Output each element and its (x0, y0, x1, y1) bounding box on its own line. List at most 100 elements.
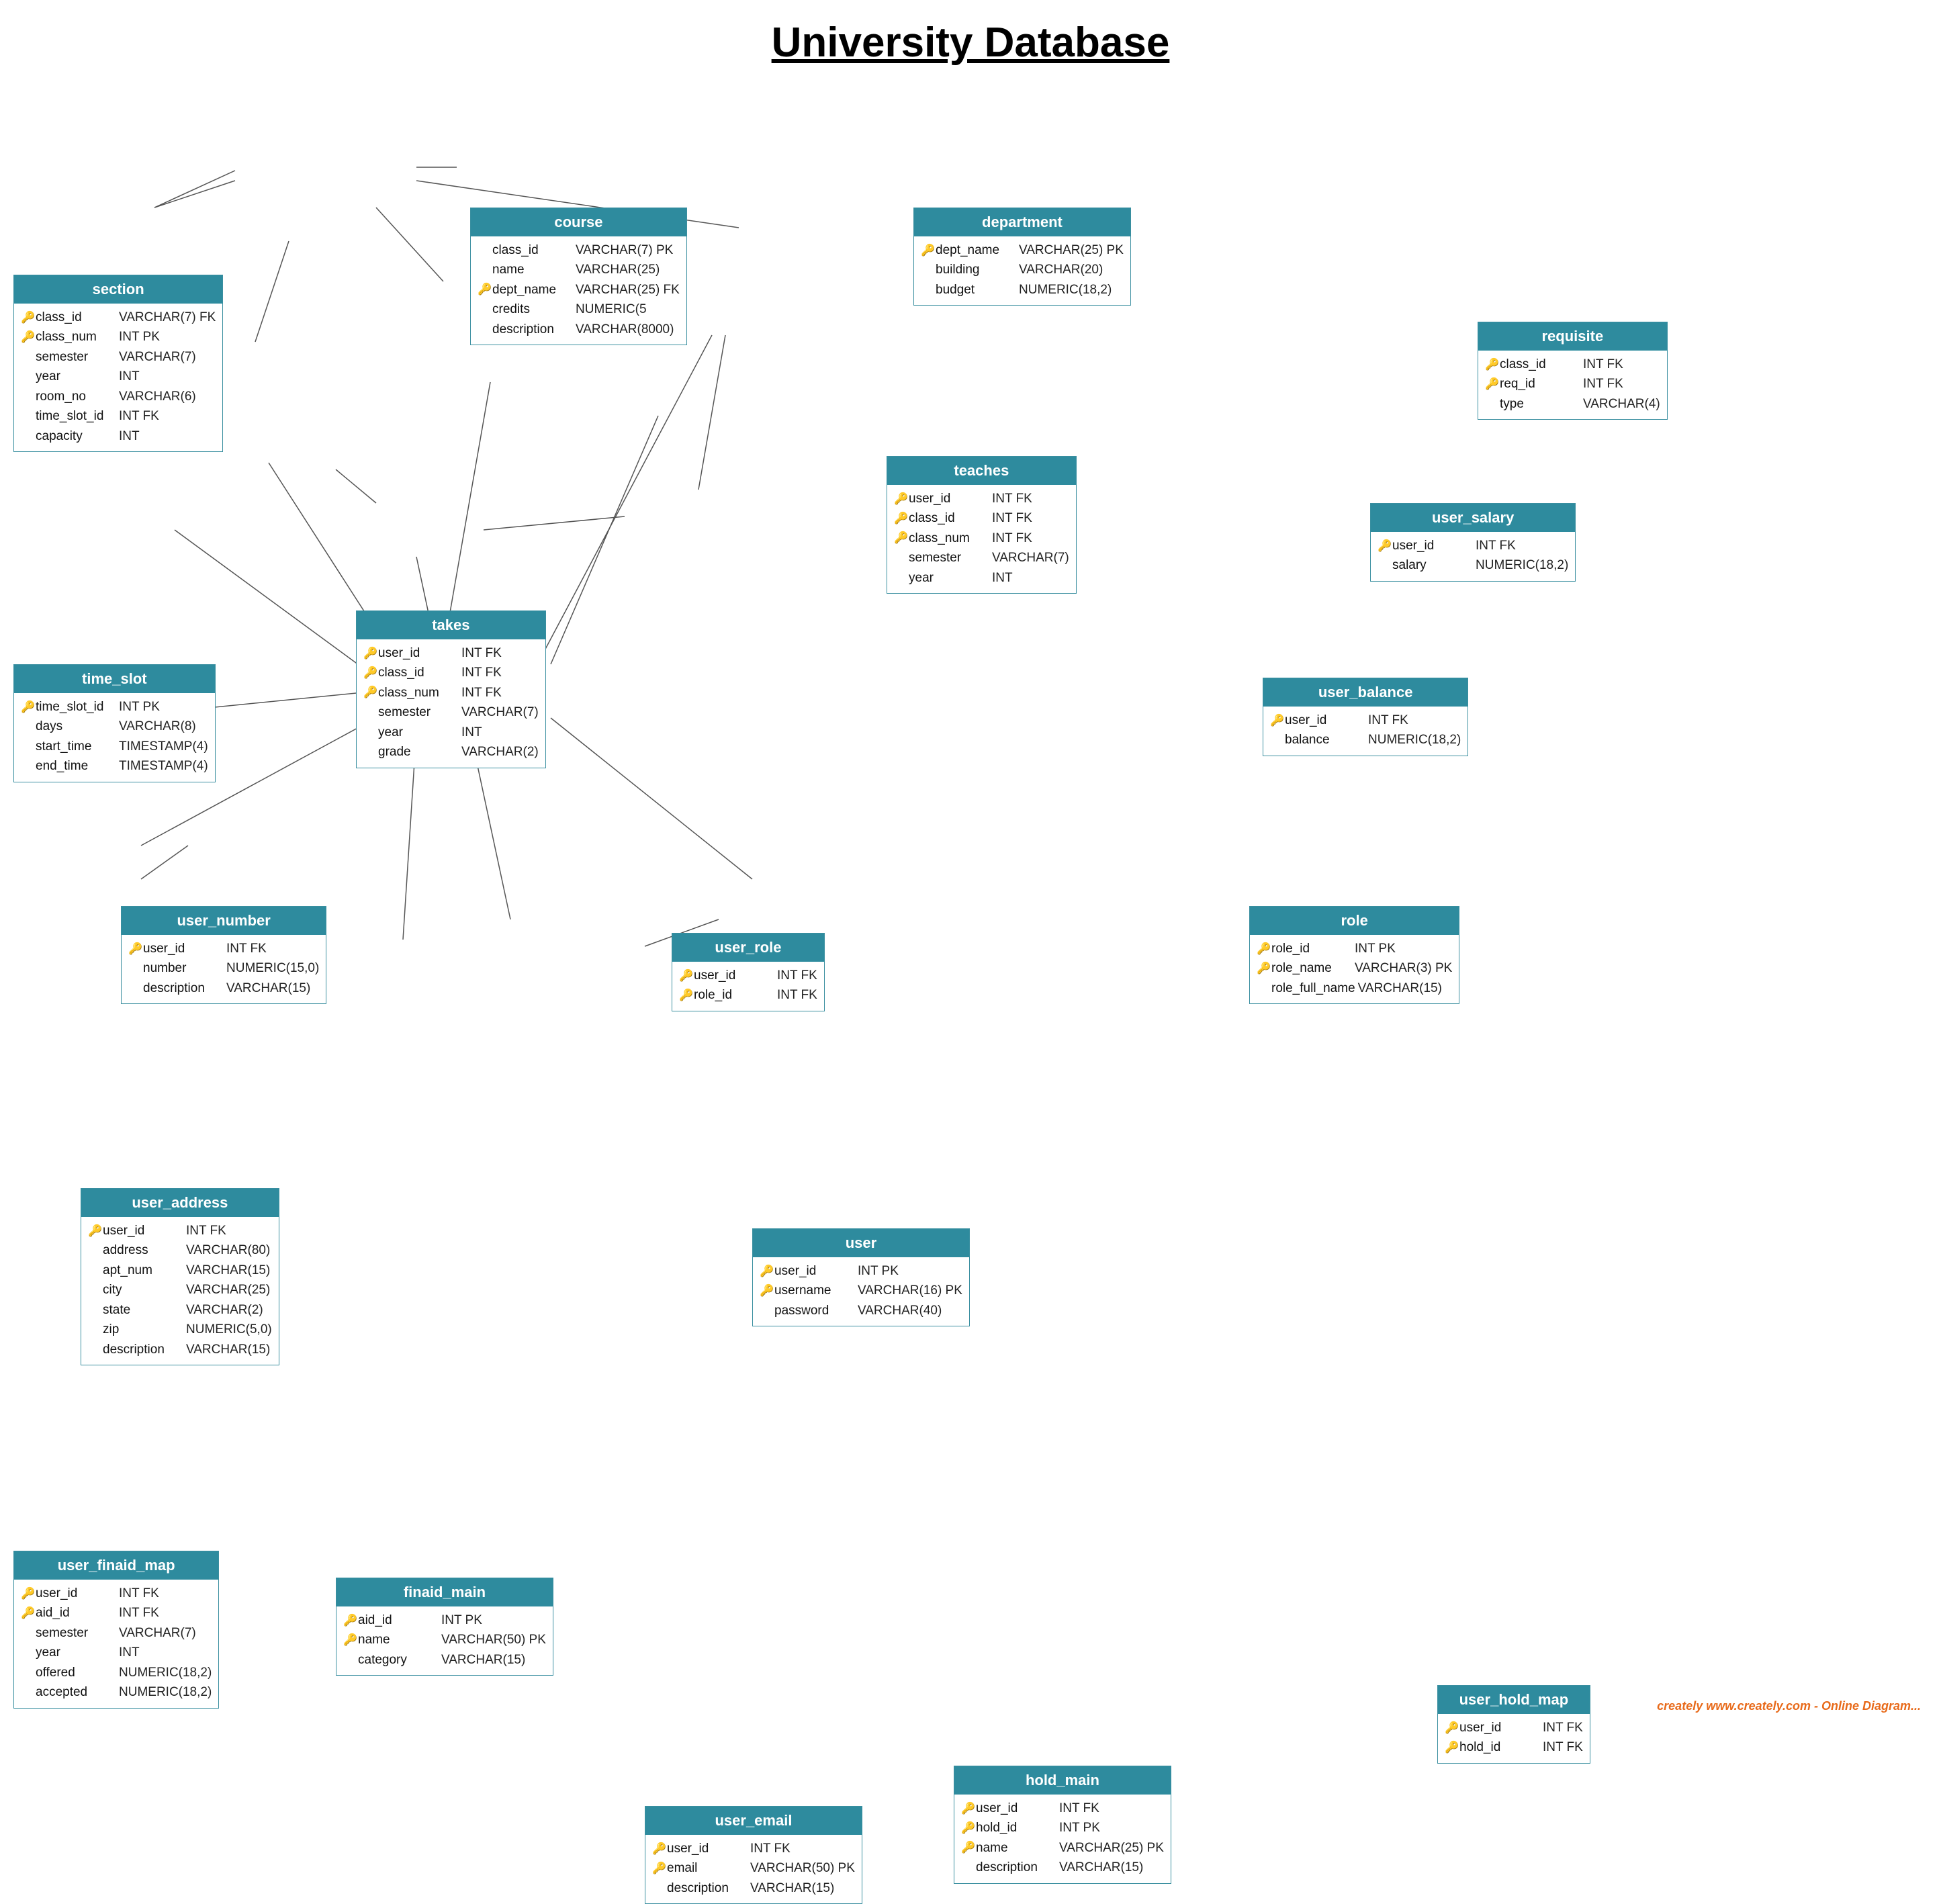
field-type: NUMERIC(15,0) (226, 958, 319, 978)
table-row: description VARCHAR(15) (652, 1878, 855, 1898)
table-row: year INT (21, 1643, 212, 1662)
field-name: hold_id (976, 1818, 1056, 1838)
table-header-user_number: user_number (122, 907, 326, 935)
field-type: VARCHAR(25) PK (1019, 240, 1124, 260)
table-row: 🔑dept_name VARCHAR(25) PK (921, 240, 1124, 260)
field-name: budget (936, 280, 1016, 300)
table-row: 🔑user_id INT FK (88, 1221, 272, 1240)
field-name: year (36, 1643, 116, 1662)
field-type: TIMESTAMP(4) (119, 756, 208, 776)
table-row: 🔑role_id INT FK (679, 985, 817, 1005)
key-icon: 🔑 (679, 987, 694, 1004)
field-name: semester (36, 347, 116, 367)
field-name: role_full_name (1271, 979, 1355, 998)
field-type: INT FK (750, 1839, 791, 1858)
table-row: 🔑user_id INT PK (760, 1261, 962, 1281)
field-type: VARCHAR(3) PK (1355, 958, 1452, 978)
field-type: INT (461, 723, 482, 742)
table-body-department: 🔑dept_name VARCHAR(25) PKbuilding VARCHA… (914, 236, 1130, 305)
field-name: username (774, 1281, 855, 1300)
table-row: semester VARCHAR(7) (363, 702, 539, 722)
table-row: capacity INT (21, 426, 216, 446)
key-icon: 🔑 (1445, 1719, 1459, 1737)
table-row: zip NUMERIC(5,0) (88, 1320, 272, 1339)
table-user_salary: user_salary🔑user_id INT FKsalary NUMERIC… (1370, 503, 1576, 582)
table-row: 🔑user_id INT FK (21, 1584, 212, 1603)
field-type: VARCHAR(15) (1358, 979, 1442, 998)
table-row: semester VARCHAR(7) (21, 347, 216, 367)
key-icon: 🔑 (343, 1612, 358, 1629)
table-body-role: 🔑role_id INT PK🔑role_name VARCHAR(3) PKr… (1250, 935, 1459, 1003)
field-name: building (936, 260, 1016, 279)
table-header-teaches: teaches (887, 457, 1076, 485)
table-body-section: 🔑class_id VARCHAR(7) FK🔑class_num INT PK… (14, 304, 222, 451)
key-icon: 🔑 (1270, 712, 1285, 729)
table-row: description VARCHAR(8000) (478, 320, 680, 339)
table-row: semester VARCHAR(7) (21, 1623, 212, 1643)
table-row: room_no VARCHAR(6) (21, 387, 216, 406)
table-body-user_number: 🔑user_id INT FKnumber NUMERIC(15,0)descr… (122, 935, 326, 1003)
field-name: user_id (1459, 1718, 1540, 1737)
field-type: INT (992, 568, 1013, 588)
key-icon: 🔑 (1445, 1739, 1459, 1756)
table-row: 🔑aid_id INT PK (343, 1611, 546, 1630)
field-name: name (358, 1630, 439, 1649)
field-name: user_id (909, 489, 989, 508)
table-row: 🔑user_id INT FK (1378, 536, 1568, 555)
field-name: user_id (36, 1584, 116, 1603)
table-row: end_time TIMESTAMP(4) (21, 756, 208, 776)
field-type: NUMERIC(18,2) (119, 1663, 212, 1682)
table-row: 🔑req_id INT FK (1485, 374, 1660, 394)
table-department: department🔑dept_name VARCHAR(25) PKbuild… (913, 208, 1131, 306)
diagram-area: courseclass_id VARCHAR(7) PKname VARCHAR… (0, 73, 1941, 1725)
field-type: VARCHAR(7) (119, 1623, 196, 1643)
field-name: user_id (103, 1221, 183, 1240)
field-name: semester (909, 548, 989, 568)
key-icon: 🔑 (679, 967, 694, 985)
field-name: days (36, 717, 116, 736)
table-header-course: course (471, 208, 686, 236)
table-body-user_email: 🔑user_id INT FK🔑email VARCHAR(50) PKdesc… (645, 1835, 862, 1903)
table-teaches: teaches🔑user_id INT FK🔑class_id INT FK🔑c… (887, 456, 1077, 594)
field-type: INT (119, 1643, 140, 1662)
table-row: 🔑user_id INT FK (1270, 711, 1461, 730)
key-icon: 🔑 (894, 490, 909, 508)
field-name: class_id (378, 663, 459, 682)
table-row: apt_num VARCHAR(15) (88, 1261, 272, 1280)
table-user_finaid_map: user_finaid_map🔑user_id INT FK🔑aid_id IN… (13, 1551, 219, 1709)
table-row: 🔑user_id INT FK (1445, 1718, 1583, 1737)
field-type: NUMERIC(5 (576, 300, 647, 319)
field-name: hold_id (1459, 1737, 1540, 1757)
field-type: INT FK (777, 966, 817, 985)
field-name: address (103, 1240, 183, 1260)
field-name: salary (1392, 555, 1473, 575)
table-row: 🔑hold_id INT PK (961, 1818, 1164, 1838)
field-type: INT FK (119, 1603, 159, 1623)
field-type: INT FK (1583, 374, 1623, 394)
table-user: user🔑user_id INT PK🔑username VARCHAR(16)… (752, 1228, 970, 1326)
field-type: VARCHAR(25) PK (1059, 1838, 1164, 1858)
field-type: INT FK (461, 683, 502, 702)
watermark: creately www.creately.com - Online Diagr… (1657, 1699, 1921, 1713)
field-type: INT FK (461, 643, 502, 663)
field-name: class_num (909, 529, 989, 548)
field-type: INT FK (992, 508, 1032, 528)
field-name: role_name (1271, 958, 1352, 978)
key-icon: 🔑 (128, 940, 143, 958)
field-name: year (909, 568, 989, 588)
table-row: days VARCHAR(8) (21, 717, 208, 736)
table-body-user_role: 🔑user_id INT FK🔑role_id INT FK (672, 962, 824, 1011)
table-finaid_main: finaid_main🔑aid_id INT PK🔑name VARCHAR(5… (336, 1578, 553, 1676)
table-row: 🔑time_slot_id INT PK (21, 697, 208, 717)
field-name: class_id (909, 508, 989, 528)
table-section: section🔑class_id VARCHAR(7) FK🔑class_num… (13, 275, 223, 452)
key-icon: 🔑 (961, 1800, 976, 1817)
table-header-takes: takes (357, 611, 545, 639)
table-body-course: class_id VARCHAR(7) PKname VARCHAR(25)🔑d… (471, 236, 686, 345)
field-type: INT (119, 367, 140, 386)
field-type: INT FK (226, 939, 267, 958)
table-body-user_balance: 🔑user_id INT FKbalance NUMERIC(18,2) (1263, 707, 1468, 756)
field-type: INT FK (119, 1584, 159, 1603)
table-row: accepted NUMERIC(18,2) (21, 1682, 212, 1702)
key-icon: 🔑 (894, 510, 909, 527)
